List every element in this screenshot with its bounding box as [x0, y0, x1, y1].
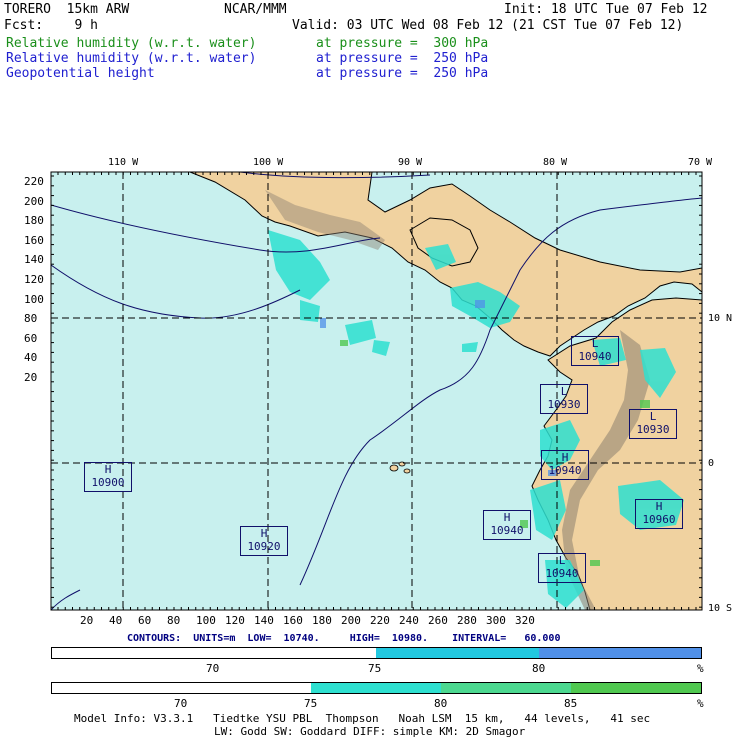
low-center-label: L 10940	[571, 336, 619, 366]
center-type: H	[655, 500, 663, 513]
y-tick-label: 80	[24, 312, 38, 326]
low-center-label: L 10930	[629, 409, 677, 439]
colorbar2-seg-2	[311, 683, 441, 693]
colorbar2-label-75: 75	[304, 697, 318, 710]
x-tick-label: 120	[225, 614, 245, 627]
colorbar2-label-85: 85	[564, 697, 578, 710]
colorbar2-label-70: 70	[174, 697, 188, 710]
x-tick-label: 200	[341, 614, 361, 627]
y-tick-label: 100	[24, 292, 44, 306]
lon-label-90w: 90 W	[398, 157, 423, 168]
x-tick-label: 220	[370, 614, 390, 627]
x-tick-label: 60	[138, 614, 152, 627]
center-type: L	[649, 410, 657, 423]
center-value: 10930	[636, 423, 670, 436]
x-tick-label: 20	[80, 614, 94, 627]
colorbar2-label-80: 80	[434, 697, 448, 710]
center-type: H	[561, 451, 569, 464]
center-type: L	[591, 337, 599, 350]
high-center-label: H 10940	[483, 510, 531, 540]
model-info-line2: LW: Godd SW: Goddard DIFF: simple KM: 2D…	[214, 725, 526, 738]
x-tick-label: 280	[457, 614, 477, 627]
center-type: L	[558, 554, 566, 567]
x-tick-label: 260	[428, 614, 448, 627]
y-tick-label: 40	[24, 351, 38, 365]
center-value: 10930	[547, 398, 581, 411]
low-center-label: L 10930	[540, 384, 588, 414]
high-center-label: H 10920	[240, 526, 288, 556]
colorbar2-label-pct: %	[697, 697, 704, 710]
x-tick-label: 320	[515, 614, 535, 627]
center-type: H	[104, 463, 112, 476]
center-type: L	[560, 385, 568, 398]
colorbar1-label-70: 70	[206, 662, 220, 675]
colorbar2-seg-1	[52, 683, 311, 693]
colorbar2-seg-4	[571, 683, 701, 693]
y-tick-label: 20	[24, 371, 38, 384]
lon-label-70w: 70 W	[688, 157, 713, 168]
x-tick-label: 240	[399, 614, 419, 627]
lon-label-100w: 100 W	[253, 157, 284, 168]
center-value: 10940	[578, 350, 612, 363]
x-tick-label: 80	[167, 614, 181, 627]
high-center-label: H 10940	[541, 450, 589, 480]
center-value: 10940	[545, 567, 579, 580]
center-value: 10920	[247, 540, 281, 553]
colorbar1-label-80: 80	[532, 662, 546, 675]
colorbar1-label-75: 75	[368, 662, 382, 675]
center-value: 10960	[642, 513, 676, 526]
colorbar1-seg-2	[376, 648, 539, 658]
center-value: 10940	[490, 524, 524, 537]
colorbar1-seg-1	[52, 648, 376, 658]
weather-map	[50, 171, 703, 611]
lat-label-10n: 10 N	[708, 313, 733, 324]
x-tick-label: 140	[254, 614, 274, 627]
y-tick-label: 200	[24, 194, 44, 208]
x-tick-label: 180	[312, 614, 332, 627]
lon-label-110w: 110 W	[108, 157, 139, 168]
x-tick-label: 40	[109, 614, 123, 627]
center-type: H	[260, 527, 268, 540]
lat-label-10s: 10 S	[708, 603, 733, 614]
colorbar2-seg-3	[441, 683, 571, 693]
y-tick-label: 220	[24, 175, 44, 188]
colorbar-300hpa	[51, 682, 702, 694]
lon-label-80w: 80 W	[543, 157, 568, 168]
y-tick-label: 140	[24, 253, 44, 267]
colorbar1-label-pct: %	[697, 662, 704, 675]
x-tick-label: 160	[283, 614, 303, 627]
x-tick-label: 100	[196, 614, 216, 627]
low-center-label: L 10940	[538, 553, 586, 583]
center-type: H	[503, 511, 511, 524]
center-value: 10900	[91, 476, 125, 489]
y-tick-label: 60	[24, 331, 38, 345]
lat-label-0: 0	[708, 458, 715, 469]
x-tick-label: 300	[486, 614, 506, 627]
high-center-label: H 10900	[84, 462, 132, 492]
y-tick-label: 160	[24, 233, 44, 247]
y-tick-label: 120	[24, 273, 44, 286]
model-info-line1: Model Info: V3.3.1 Tiedtke YSU PBL Thomp…	[74, 712, 651, 725]
colorbar-250hpa	[51, 647, 702, 659]
colorbar1-seg-3	[539, 648, 701, 658]
center-value: 10940	[548, 464, 582, 477]
high-center-label: H 10960	[635, 499, 683, 529]
y-tick-label: 180	[24, 214, 44, 228]
contours-info: CONTOURS: UNITS=m LOW= 10740. HIGH= 1098…	[127, 633, 561, 644]
